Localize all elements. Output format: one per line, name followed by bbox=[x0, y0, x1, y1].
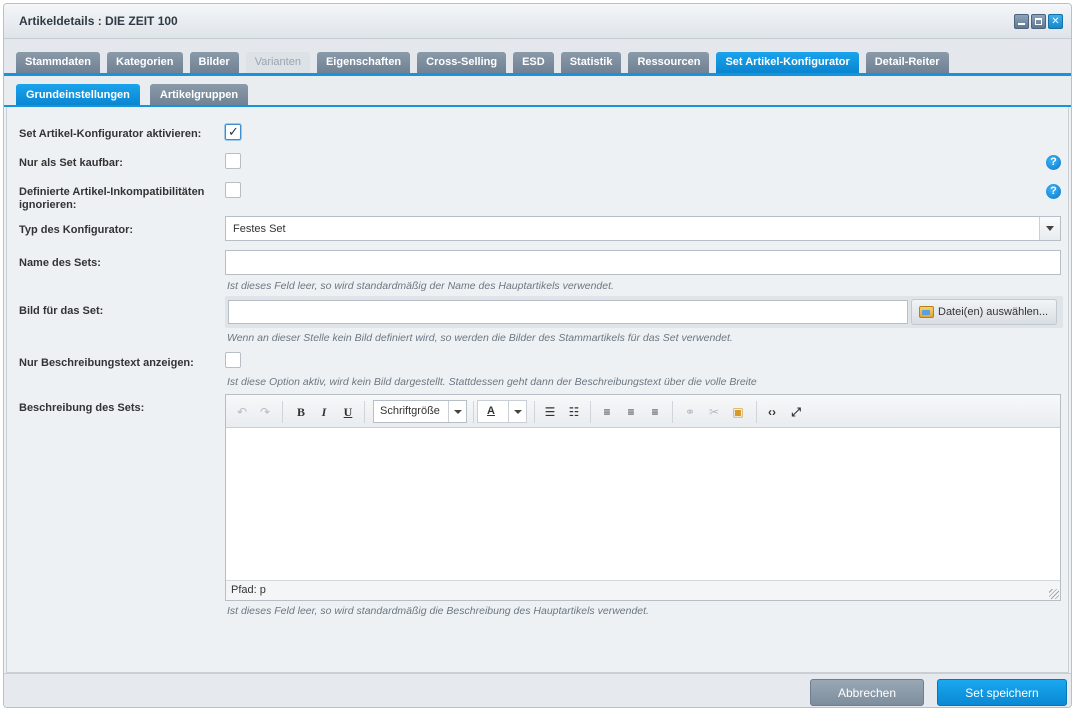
set-image-hint: Wenn an dieser Stelle kein Bild definier… bbox=[227, 332, 733, 344]
only-set-checkbox[interactable] bbox=[225, 153, 241, 169]
toolbar-separator bbox=[672, 401, 673, 423]
select-files-button[interactable]: Datei(en) auswählen... bbox=[911, 299, 1057, 325]
desc-only-hint: Ist diese Option aktiv, wird kein Bild d… bbox=[227, 376, 757, 388]
window-title: Artikeldetails : DIE ZEIT 100 bbox=[19, 14, 178, 28]
chevron-down-icon[interactable] bbox=[1039, 217, 1060, 240]
align-right-icon[interactable]: ≡ bbox=[648, 403, 662, 421]
subtab-artikelgruppen[interactable]: Artikelgruppen bbox=[149, 84, 249, 106]
unlink-icon[interactable]: ✂ bbox=[706, 403, 722, 421]
toolbar-separator bbox=[590, 401, 591, 423]
align-center-icon[interactable]: ≡ bbox=[624, 403, 638, 421]
source-code-icon[interactable]: ‹› bbox=[764, 403, 780, 421]
set-name-label: Name des Sets: bbox=[19, 257, 101, 269]
tab-esd[interactable]: ESD bbox=[513, 52, 554, 73]
help-icon[interactable]: ? bbox=[1046, 184, 1061, 199]
tab-statistik[interactable]: Statistik bbox=[560, 52, 622, 73]
tab-cross-selling[interactable]: Cross-Selling bbox=[417, 52, 507, 73]
font-color-select[interactable]: A bbox=[477, 400, 527, 423]
set-image-input[interactable] bbox=[228, 300, 908, 324]
incompat-label-line2: ignorieren: bbox=[19, 199, 77, 211]
main-tabbar: Stammdaten Kategorien Bilder Varianten E… bbox=[4, 39, 1071, 73]
bullet-list-icon[interactable]: ☰ bbox=[542, 403, 558, 421]
set-image-label: Bild für das Set: bbox=[19, 305, 104, 317]
toolbar-separator bbox=[473, 401, 474, 423]
toolbar-separator bbox=[534, 401, 535, 423]
insert-image-icon[interactable]: ▣ bbox=[730, 403, 746, 421]
redo-icon[interactable]: ↷ bbox=[257, 403, 273, 421]
desc-only-label: Nur Beschreibungstext anzeigen: bbox=[19, 357, 194, 369]
type-label: Typ des Konfigurator: bbox=[19, 224, 134, 236]
window-titlebar[interactable]: Artikeldetails : DIE ZEIT 100 bbox=[4, 4, 1071, 39]
chevron-down-icon[interactable] bbox=[508, 401, 526, 422]
minimize-icon[interactable] bbox=[1014, 14, 1029, 29]
editor-toolbar: ↶ ↷ B I U Schriftgröße A ☰ ☷ ≡ ≡ ≡ ⚭ ✂ ▣… bbox=[226, 395, 1060, 428]
close-icon[interactable] bbox=[1048, 14, 1063, 29]
set-name-hint: Ist dieses Feld leer, so wird standardmä… bbox=[227, 280, 614, 292]
tab-stammdaten[interactable]: Stammdaten bbox=[16, 52, 101, 73]
fullscreen-icon[interactable]: ⤢ bbox=[788, 403, 804, 421]
link-icon[interactable]: ⚭ bbox=[682, 403, 698, 421]
font-color-icon: A bbox=[487, 405, 495, 417]
help-icon[interactable]: ? bbox=[1046, 155, 1061, 170]
underline-button[interactable]: U bbox=[341, 403, 355, 421]
element-path: Pfad: p bbox=[231, 584, 266, 596]
only-set-label: Nur als Set kaufbar: bbox=[19, 157, 123, 169]
tab-ressourcen[interactable]: Ressourcen bbox=[628, 52, 710, 73]
activate-label: Set Artikel-Konfigurator aktivieren: bbox=[19, 128, 202, 140]
cancel-button[interactable]: Abbrechen bbox=[810, 679, 924, 706]
description-label: Beschreibung des Sets: bbox=[19, 402, 145, 414]
tab-set-artikel-konfigurator[interactable]: Set Artikel-Konfigurator bbox=[716, 52, 859, 73]
maximize-icon[interactable] bbox=[1031, 14, 1046, 29]
bold-button[interactable]: B bbox=[294, 403, 308, 421]
configurator-type-value: Festes Set bbox=[233, 223, 286, 235]
article-details-window: Artikeldetails : DIE ZEIT 100 Stammdaten… bbox=[3, 3, 1072, 708]
tab-detail-reiter[interactable]: Detail-Reiter bbox=[865, 52, 949, 73]
description-editor: ↶ ↷ B I U Schriftgröße A ☰ ☷ ≡ ≡ ≡ ⚭ ✂ ▣… bbox=[225, 394, 1061, 601]
editor-statusbar: Pfad: p bbox=[226, 580, 1060, 600]
numbered-list-icon[interactable]: ☷ bbox=[566, 403, 582, 421]
window-controls bbox=[1014, 14, 1063, 29]
tab-bilder[interactable]: Bilder bbox=[189, 52, 239, 73]
desc-only-checkbox[interactable] bbox=[225, 352, 241, 368]
incompat-checkbox[interactable] bbox=[225, 182, 241, 198]
form-panel: Set Artikel-Konfigurator aktivieren: ✓ N… bbox=[6, 107, 1069, 673]
tab-varianten: Varianten bbox=[245, 52, 310, 73]
configurator-type-select[interactable]: Festes Set bbox=[225, 216, 1061, 241]
checkmark-icon: ✓ bbox=[228, 124, 239, 139]
resize-grip-icon[interactable] bbox=[1049, 589, 1059, 599]
toolbar-separator bbox=[756, 401, 757, 423]
font-size-select[interactable]: Schriftgröße bbox=[373, 400, 467, 423]
tab-eigenschaften[interactable]: Eigenschaften bbox=[316, 52, 411, 73]
tab-kategorien[interactable]: Kategorien bbox=[107, 52, 183, 73]
activate-checkbox[interactable]: ✓ bbox=[225, 124, 241, 140]
main-tabs: Stammdaten Kategorien Bilder Varianten E… bbox=[16, 52, 949, 73]
toolbar-separator bbox=[282, 401, 283, 423]
description-hint: Ist dieses Feld leer, so wird standardmä… bbox=[227, 605, 649, 617]
font-size-label: Schriftgröße bbox=[380, 405, 440, 417]
save-set-button[interactable]: Set speichern bbox=[937, 679, 1067, 706]
align-left-icon[interactable]: ≡ bbox=[600, 403, 614, 421]
undo-icon[interactable]: ↶ bbox=[234, 403, 250, 421]
italic-button[interactable]: I bbox=[318, 403, 330, 421]
image-folder-icon bbox=[919, 306, 934, 318]
sub-tabbar: Grundeinstellungen Artikelgruppen bbox=[4, 76, 1071, 106]
set-image-field: Datei(en) auswählen... bbox=[225, 296, 1063, 328]
select-files-label: Datei(en) auswählen... bbox=[938, 306, 1049, 318]
subtab-grundeinstellungen[interactable]: Grundeinstellungen bbox=[16, 84, 140, 106]
toolbar-separator bbox=[364, 401, 365, 423]
window-footer: Abbrechen Set speichern bbox=[4, 673, 1071, 707]
chevron-down-icon[interactable] bbox=[448, 401, 466, 422]
description-edit-area[interactable] bbox=[226, 428, 1060, 580]
set-name-input[interactable] bbox=[225, 250, 1061, 275]
sub-tabs: Grundeinstellungen Artikelgruppen bbox=[16, 84, 249, 106]
incompat-label-line1: Definierte Artikel-Inkompatibilitäten bbox=[19, 186, 205, 198]
